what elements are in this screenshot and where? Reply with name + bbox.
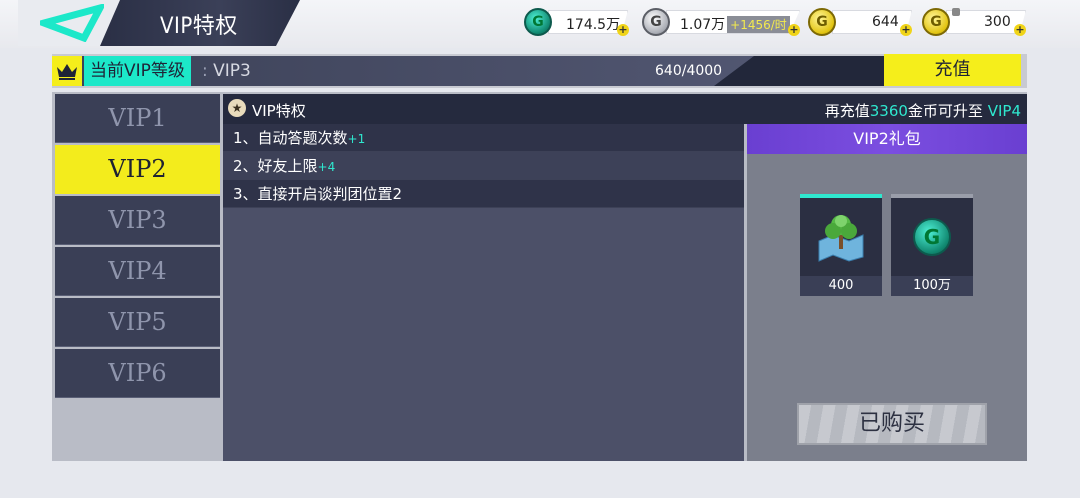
currency-value-gold: 644 <box>872 14 899 30</box>
upgrade-target: VIP4 <box>987 102 1021 120</box>
silver-rate: +1456/时 <box>727 16 790 33</box>
benefit-text: 2、好友上限 <box>233 157 318 175</box>
list-item: 1、自动答题次数+1 <box>223 124 744 152</box>
add-silver-button[interactable]: + <box>788 24 800 36</box>
gift-item-coin[interactable]: G 100万 <box>891 194 973 296</box>
add-gold-button[interactable]: + <box>900 24 912 36</box>
top-bar: VIP特权 G 174.5万 + G 1.07万 +1456/时 + G 644 … <box>0 0 1080 48</box>
gift-item-count: 400 <box>800 276 882 296</box>
gift-pack-title: VIP2礼包 <box>747 124 1027 154</box>
list-item: 2、好友上限+4 <box>223 152 744 180</box>
privileges-title: VIP特权 <box>252 102 306 120</box>
upgrade-mid: 金币可升至 <box>907 102 983 120</box>
benefit-bonus: +1 <box>347 132 366 146</box>
tab-vip1[interactable]: VIP1 <box>55 94 220 143</box>
tab-vip3[interactable]: VIP3 <box>55 196 220 245</box>
silver-value: 1.07万 <box>680 17 726 33</box>
add-teal-button[interactable]: + <box>617 24 629 36</box>
crown-icon <box>52 56 82 86</box>
benefit-text: 1、自动答题次数 <box>233 129 348 147</box>
upgrade-hint: 再充值3360金币可升至 VIP4 <box>825 100 1021 121</box>
vip-level-bar: 当前VIP等级 : VIP3 640/4000 充值 <box>52 54 1027 88</box>
current-vip-level: : VIP3 <box>202 61 251 81</box>
vip-progress: 640/4000 <box>655 63 723 79</box>
add-gold-locked-button[interactable]: + <box>1014 24 1026 36</box>
tab-vip6[interactable]: VIP6 <box>55 349 220 398</box>
benefit-bonus: +4 <box>317 160 336 174</box>
level-separator: : <box>202 61 208 81</box>
privileges-header: ★ VIP特权 再充值3360金币可升至 VIP4 <box>223 94 1027 124</box>
tab-vip4[interactable]: VIP4 <box>55 247 220 296</box>
list-item: 3、直接开启谈判团位置2 <box>223 180 744 208</box>
benefit-text: 3、直接开启谈判团位置2 <box>233 185 403 203</box>
current-vip-label: 当前VIP等级 <box>84 56 191 86</box>
currency-value-teal: 174.5万 <box>566 17 621 33</box>
recharge-button[interactable]: 充值 <box>884 54 1021 86</box>
gold-coin-locked-icon: G <box>922 8 950 36</box>
benefit-list: 1、自动答题次数+1 2、好友上限+4 3、直接开启谈判团位置2 <box>223 124 744 461</box>
gold-coin-icon: G <box>808 8 836 36</box>
gift-item-count: 100万 <box>891 276 973 296</box>
gift-item-map[interactable]: 400 <box>800 194 882 296</box>
lock-icon <box>952 8 960 16</box>
upgrade-amount: 3360 <box>869 102 908 120</box>
currency-value-gold-locked: 300 <box>984 14 1011 30</box>
silver-coin-icon: G <box>642 8 670 36</box>
currency-value-silver: 1.07万 +1456/时 <box>680 14 790 34</box>
vip-panel: VIP1 VIP2 VIP3 VIP4 VIP5 VIP6 ★ VIP特权 再充… <box>52 92 1027 461</box>
star-icon: ★ <box>228 99 246 117</box>
tab-vip5[interactable]: VIP5 <box>55 298 220 347</box>
page-title: VIP特权 <box>160 14 238 39</box>
tab-vip2[interactable]: VIP2 <box>55 145 220 194</box>
current-vip-value: VIP3 <box>213 61 251 81</box>
teal-coin-icon: G <box>891 198 973 276</box>
gift-pack-panel: VIP2礼包 400 G 100万 已购买 <box>747 124 1027 461</box>
upgrade-prefix: 再充值 <box>824 102 870 120</box>
map-tree-icon <box>800 198 882 276</box>
purchased-button[interactable]: 已购买 <box>797 403 987 445</box>
vip-sidebar: VIP1 VIP2 VIP3 VIP4 VIP5 VIP6 <box>55 94 220 400</box>
teal-coin-icon: G <box>524 8 552 36</box>
